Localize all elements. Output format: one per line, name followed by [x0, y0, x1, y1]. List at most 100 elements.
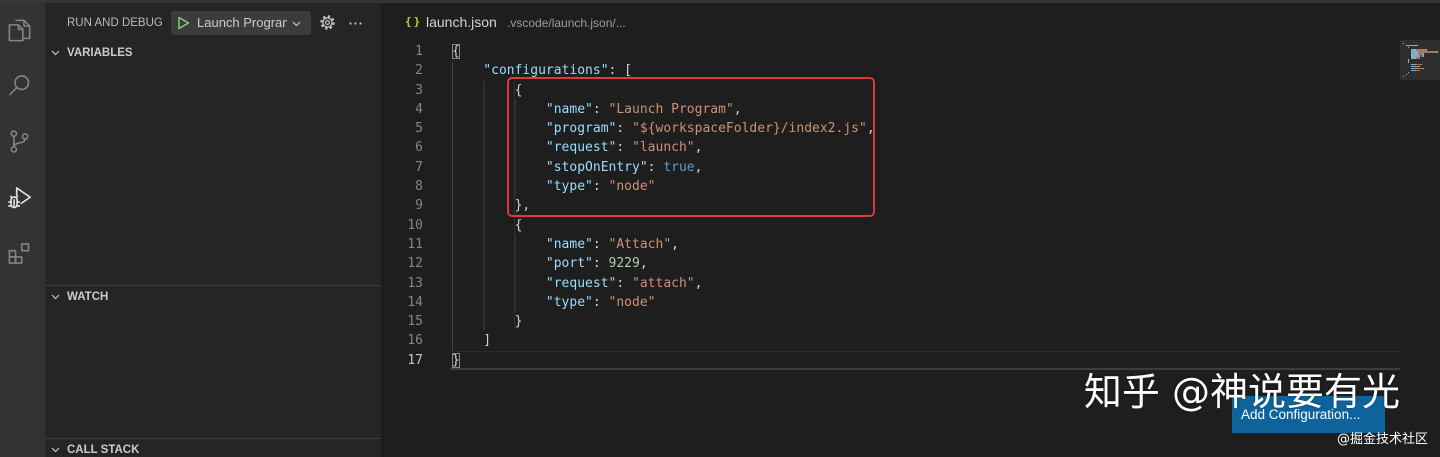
json-punctuation: :: [592, 236, 609, 252]
json-punctuation: }: [514, 314, 523, 330]
variables-section-label: VARIABLES: [67, 47, 133, 59]
run-and-debug-sidebar: RUN AND DEBUG Launch Program VARIABLES W…: [45, 0, 381, 457]
call-stack-section-label: CALL STACK: [67, 444, 140, 456]
minimap-token: [1423, 67, 1425, 69]
json-punctuation: :: [592, 294, 609, 310]
minimap-token: [1408, 71, 1410, 74]
json-string: "Attach": [608, 236, 672, 252]
watch-section-label: WATCH: [67, 291, 109, 303]
json-key: "request": [545, 275, 617, 291]
line-number: 4: [415, 101, 423, 117]
line-number: 5: [415, 121, 423, 137]
breadcrumb-file-path[interactable]: .vscode/launch.json/...: [507, 16, 626, 31]
line-number-gutter: 1 2 3 4 5 6 7 8 9 10 11 12 13 14 15 16 17: [391, 42, 423, 370]
line-number: 16: [407, 333, 423, 349]
json-key: "port": [545, 256, 593, 272]
call-stack-section-header[interactable]: CALL STACK: [45, 439, 381, 457]
minimap-token: [1408, 47, 1410, 49]
minimap-token: [1408, 61, 1410, 63]
line-number: 17: [407, 352, 423, 368]
extensions-icon[interactable]: [6, 240, 33, 267]
gear-icon[interactable]: [319, 14, 336, 31]
minimap-token: [1416, 45, 1418, 47]
json-file-icon: {}: [405, 15, 423, 28]
run-debug-icon[interactable]: [6, 184, 33, 211]
variables-section-header[interactable]: VARIABLES: [45, 42, 381, 64]
chevron-down-icon: [51, 50, 60, 56]
minimap-token: [1421, 63, 1423, 65]
code-line[interactable]: {: [450, 215, 1400, 235]
chevron-down-icon: [292, 21, 301, 27]
chevron-down-icon: [51, 447, 60, 453]
indent-guide: [452, 273, 546, 293]
watermark-primary: 知乎 @神说要有光: [1083, 370, 1400, 414]
minimap-token: [1403, 43, 1404, 45]
code-line[interactable]: {: [450, 42, 1400, 61]
line-number: 6: [415, 140, 423, 156]
sidebar-title: RUN AND DEBUG: [67, 17, 163, 29]
minimap-token: [1403, 75, 1404, 78]
code-line[interactable]: }: [450, 351, 1400, 370]
json-string: "attach": [632, 275, 695, 291]
indent-guide: [452, 80, 515, 100]
json-key: "name": [545, 236, 593, 252]
indent-guide: [452, 234, 546, 255]
source-control-icon[interactable]: [6, 128, 33, 155]
watermark-secondary: @掘金技术社区: [1336, 432, 1428, 447]
indent-guide: [452, 215, 515, 235]
search-icon[interactable]: [6, 72, 33, 99]
launch-configuration-dropdown[interactable]: Launch Program: [171, 11, 311, 35]
activity-bar: [0, 0, 45, 457]
minimap-token: [1405, 45, 1416, 47]
minimap-token: [1423, 55, 1425, 57]
ellipsis-icon[interactable]: [347, 15, 364, 32]
line-number: 3: [415, 82, 423, 98]
line-number: 2: [415, 63, 423, 79]
launch-configuration-value: Launch Program: [197, 15, 287, 30]
json-punctuation: ,: [639, 256, 648, 272]
code-line[interactable]: "type": "node": [450, 292, 1400, 313]
matched-bracket: {: [452, 44, 460, 59]
json-punctuation: :: [616, 275, 633, 291]
line-number: 8: [415, 179, 423, 195]
line-number: 14: [407, 294, 423, 310]
play-icon[interactable]: [177, 16, 190, 30]
json-number: 9229: [608, 256, 640, 272]
indent-guide: [452, 312, 515, 332]
indent-guide: [452, 61, 484, 81]
line-number: 13: [407, 275, 423, 291]
files-icon[interactable]: [6, 17, 33, 44]
code-line[interactable]: "request": "attach",: [450, 273, 1400, 293]
matched-bracket: }: [452, 352, 460, 368]
line-number: 1: [415, 44, 423, 59]
line-number: 12: [407, 256, 423, 272]
json-punctuation: :: [592, 256, 609, 272]
code-line[interactable]: "name": "Attach",: [450, 234, 1400, 255]
line-number: 7: [415, 159, 423, 175]
minimap-token: [1416, 57, 1420, 59]
line-number: 11: [407, 236, 423, 252]
json-punctuation: ,: [671, 236, 679, 252]
watch-section-header[interactable]: WATCH: [45, 286, 381, 308]
minimap-token: [1437, 51, 1439, 53]
indent-guide: [452, 292, 546, 313]
json-punctuation: {: [514, 217, 523, 233]
indent-guide: [452, 331, 484, 351]
indent-guide: [452, 196, 515, 216]
code-line[interactable]: }: [450, 312, 1400, 332]
chevron-down-icon: [51, 294, 60, 300]
json-punctuation: ,: [694, 275, 703, 291]
indent-guide: [452, 254, 546, 274]
line-number: 9: [415, 198, 423, 214]
json-punctuation: ]: [483, 333, 492, 349]
window-top-edge: [0, 0, 1440, 3]
breadcrumb-file-name[interactable]: launch.json: [426, 14, 497, 31]
json-key: "type": [545, 294, 593, 310]
minimap-token: [1416, 69, 1420, 72]
line-number: 15: [407, 314, 423, 330]
code-line[interactable]: ]: [450, 331, 1400, 351]
line-number: 10: [407, 217, 423, 233]
json-string: "node": [608, 294, 656, 310]
code-line[interactable]: "port": 9229,: [450, 254, 1400, 274]
minimap[interactable]: [1400, 40, 1440, 80]
